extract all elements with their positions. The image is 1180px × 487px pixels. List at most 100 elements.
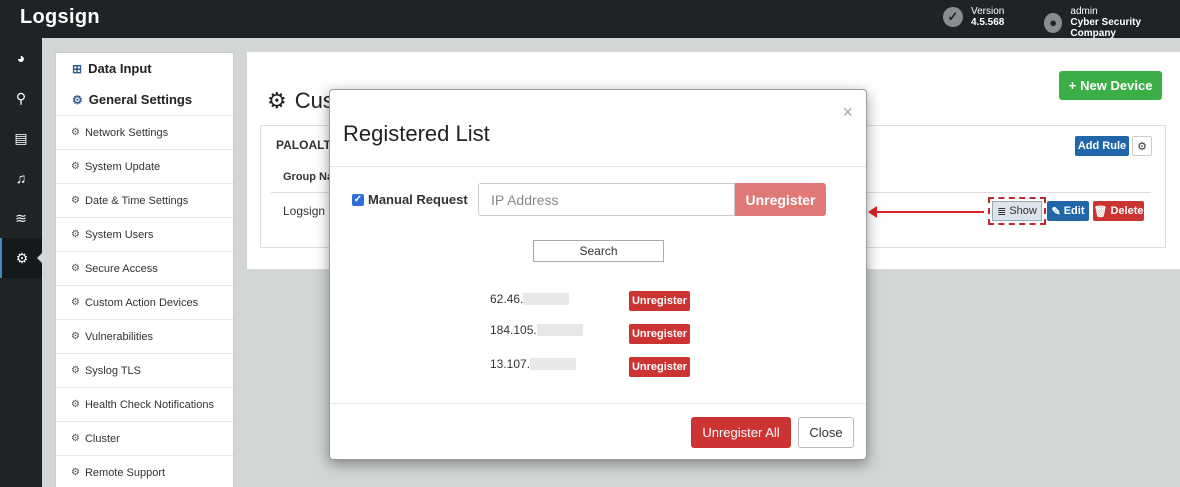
- gears-icon: ⚙: [71, 399, 80, 410]
- gears-icon: ⚙: [71, 467, 80, 478]
- top-bar: Logsign ✓ Version 4.5.568 ● admin Cyber …: [0, 0, 1180, 39]
- ip-address: 62.46.: [490, 292, 524, 306]
- device-settings-button[interactable]: ⚙: [1132, 136, 1152, 156]
- gears-icon: ⚙: [72, 92, 83, 107]
- version-label: Version: [971, 6, 1005, 17]
- dashboard-icon[interactable]: ◕: [0, 38, 42, 78]
- gears-icon: ⚙: [71, 229, 80, 240]
- manual-request-checkbox[interactable]: ✓ Manual Request: [352, 192, 468, 207]
- gears-icon: ⚙: [71, 127, 80, 138]
- menu-item-secure-access[interactable]: ⚙ Secure Access: [56, 251, 233, 285]
- search-button[interactable]: Search: [533, 240, 664, 262]
- list-icon: ≣: [997, 205, 1007, 218]
- list-item: 184.105.: [490, 323, 583, 337]
- gears-icon: ⚙: [71, 263, 80, 274]
- menu-item-label: Remote Support: [84, 466, 166, 479]
- row-unregister-button[interactable]: Unregister: [629, 357, 690, 377]
- menu-item-label: Health Check Notifications: [84, 398, 214, 411]
- gears-icon: ⚙: [71, 433, 80, 444]
- redacted-mask: [523, 293, 570, 305]
- menu-item-label: Date & Time Settings: [84, 194, 189, 207]
- ip-address-input[interactable]: [478, 183, 735, 216]
- settings-menu: ⊞ Data Input ⚙ General Settings ⚙ Network…: [55, 52, 234, 487]
- menu-general-settings[interactable]: ⚙ General Settings: [56, 84, 233, 115]
- edit-button[interactable]: ✎ Edit: [1047, 201, 1089, 221]
- menu-item-label: System Users: [84, 228, 154, 241]
- manual-request-label: Manual Request: [368, 192, 468, 207]
- page-title: ⚙ Cus: [267, 88, 334, 114]
- column-group-name: Group Na: [283, 171, 334, 183]
- gears-icon: ⚙: [71, 365, 80, 376]
- bell-icon[interactable]: ♫: [0, 158, 42, 198]
- checkbox-checked-icon[interactable]: ✓: [352, 193, 364, 206]
- menu-item-remote-support[interactable]: ⚙ Remote Support: [56, 455, 233, 487]
- ip-address: 184.105.: [490, 323, 537, 337]
- ip-address: 13.107.: [490, 357, 531, 371]
- row-unregister-button[interactable]: Unregister: [629, 324, 690, 344]
- modal-title: Registered List: [343, 121, 490, 146]
- trash-icon: 🗑: [1093, 205, 1108, 218]
- unregister-all-button[interactable]: Unregister All: [691, 417, 791, 448]
- gears-icon: ⚙: [71, 331, 80, 342]
- menu-item-network-settings[interactable]: ⚙ Network Settings: [56, 115, 233, 149]
- plus-icon: +: [1068, 78, 1077, 93]
- menu-item-label: Syslog TLS: [84, 364, 142, 377]
- menu-item-system-users[interactable]: ⚙ System Users: [56, 217, 233, 251]
- version-info: ✓ Version 4.5.568: [943, 6, 1004, 28]
- registered-list-modal: × Registered List ✓ Manual Request Unreg…: [329, 89, 867, 460]
- search-icon[interactable]: ⚲: [0, 78, 42, 118]
- divider: [330, 166, 866, 167]
- gears-icon: ⚙: [71, 297, 80, 308]
- gears-icon: ⚙: [267, 88, 287, 113]
- show-label: Show: [1009, 205, 1037, 217]
- show-button[interactable]: ≣ Show: [988, 197, 1046, 225]
- edit-icon: ✎: [1051, 205, 1061, 218]
- gear-icon[interactable]: ⚙: [0, 238, 42, 278]
- user-icon: ●: [1044, 12, 1063, 33]
- page-title-text: Cus: [294, 88, 334, 113]
- menu-item-label: Secure Access: [84, 262, 158, 275]
- check-icon: ✓: [943, 7, 963, 27]
- menu-item-cluster[interactable]: ⚙ Cluster: [56, 421, 233, 455]
- add-rule-button[interactable]: Add Rule: [1075, 136, 1129, 156]
- user-name: admin: [1070, 6, 1098, 17]
- menu-item-custom-action-devices[interactable]: ⚙ Custom Action Devices: [56, 285, 233, 319]
- new-device-button[interactable]: + New Device: [1059, 71, 1162, 100]
- menu-item-vulnerabilities[interactable]: ⚙ Vulnerabilities: [56, 319, 233, 353]
- gear-icon: ⚙: [1137, 140, 1147, 153]
- sitemap-icon: ⊞: [72, 61, 83, 76]
- close-button[interactable]: Close: [798, 417, 854, 448]
- delete-button[interactable]: 🗑 Delete: [1093, 201, 1144, 221]
- menu-item-label: Network Settings: [84, 126, 169, 139]
- edit-label: Edit: [1063, 205, 1085, 217]
- close-icon[interactable]: ×: [842, 102, 853, 123]
- divider: [330, 403, 866, 404]
- list-item: 13.107.: [490, 357, 577, 371]
- annotation-arrow-head: [868, 206, 877, 218]
- menu-item-label: Vulnerabilities: [84, 330, 154, 343]
- new-device-label: New Device: [1080, 78, 1153, 93]
- menu-data-input[interactable]: ⊞ Data Input: [56, 53, 233, 84]
- left-rail: ◕ ⚲ ▤ ♫ ≋ ⚙: [0, 38, 42, 487]
- gears-icon: ⚙: [71, 161, 80, 172]
- menu-item-label: Cluster: [84, 432, 120, 445]
- gears-icon: ⚙: [71, 195, 80, 206]
- redacted-mask: [536, 324, 583, 336]
- delete-label: Delete: [1110, 205, 1144, 217]
- newspaper-icon[interactable]: ▤: [0, 118, 42, 158]
- user-menu[interactable]: ● admin Cyber Security Company: [1044, 6, 1180, 39]
- annotation-arrow-line: [876, 211, 984, 213]
- menu-item-system-update[interactable]: ⚙ System Update: [56, 149, 233, 183]
- wifi-icon[interactable]: ≋: [0, 198, 42, 238]
- menu-general-settings-label: General Settings: [88, 92, 193, 107]
- brand-logo[interactable]: Logsign: [20, 6, 100, 29]
- unregister-button[interactable]: Unregister: [735, 183, 826, 216]
- row-unregister-button[interactable]: Unregister: [629, 291, 690, 311]
- menu-item-date-time[interactable]: ⚙ Date & Time Settings: [56, 183, 233, 217]
- company-name: Cyber Security Company: [1070, 17, 1142, 39]
- menu-item-syslog-tls[interactable]: ⚙ Syslog TLS: [56, 353, 233, 387]
- row-group-name: Logsign: [283, 204, 326, 218]
- redacted-mask: [530, 358, 577, 370]
- list-item: 62.46.: [490, 292, 570, 306]
- menu-item-health-check[interactable]: ⚙ Health Check Notifications: [56, 387, 233, 421]
